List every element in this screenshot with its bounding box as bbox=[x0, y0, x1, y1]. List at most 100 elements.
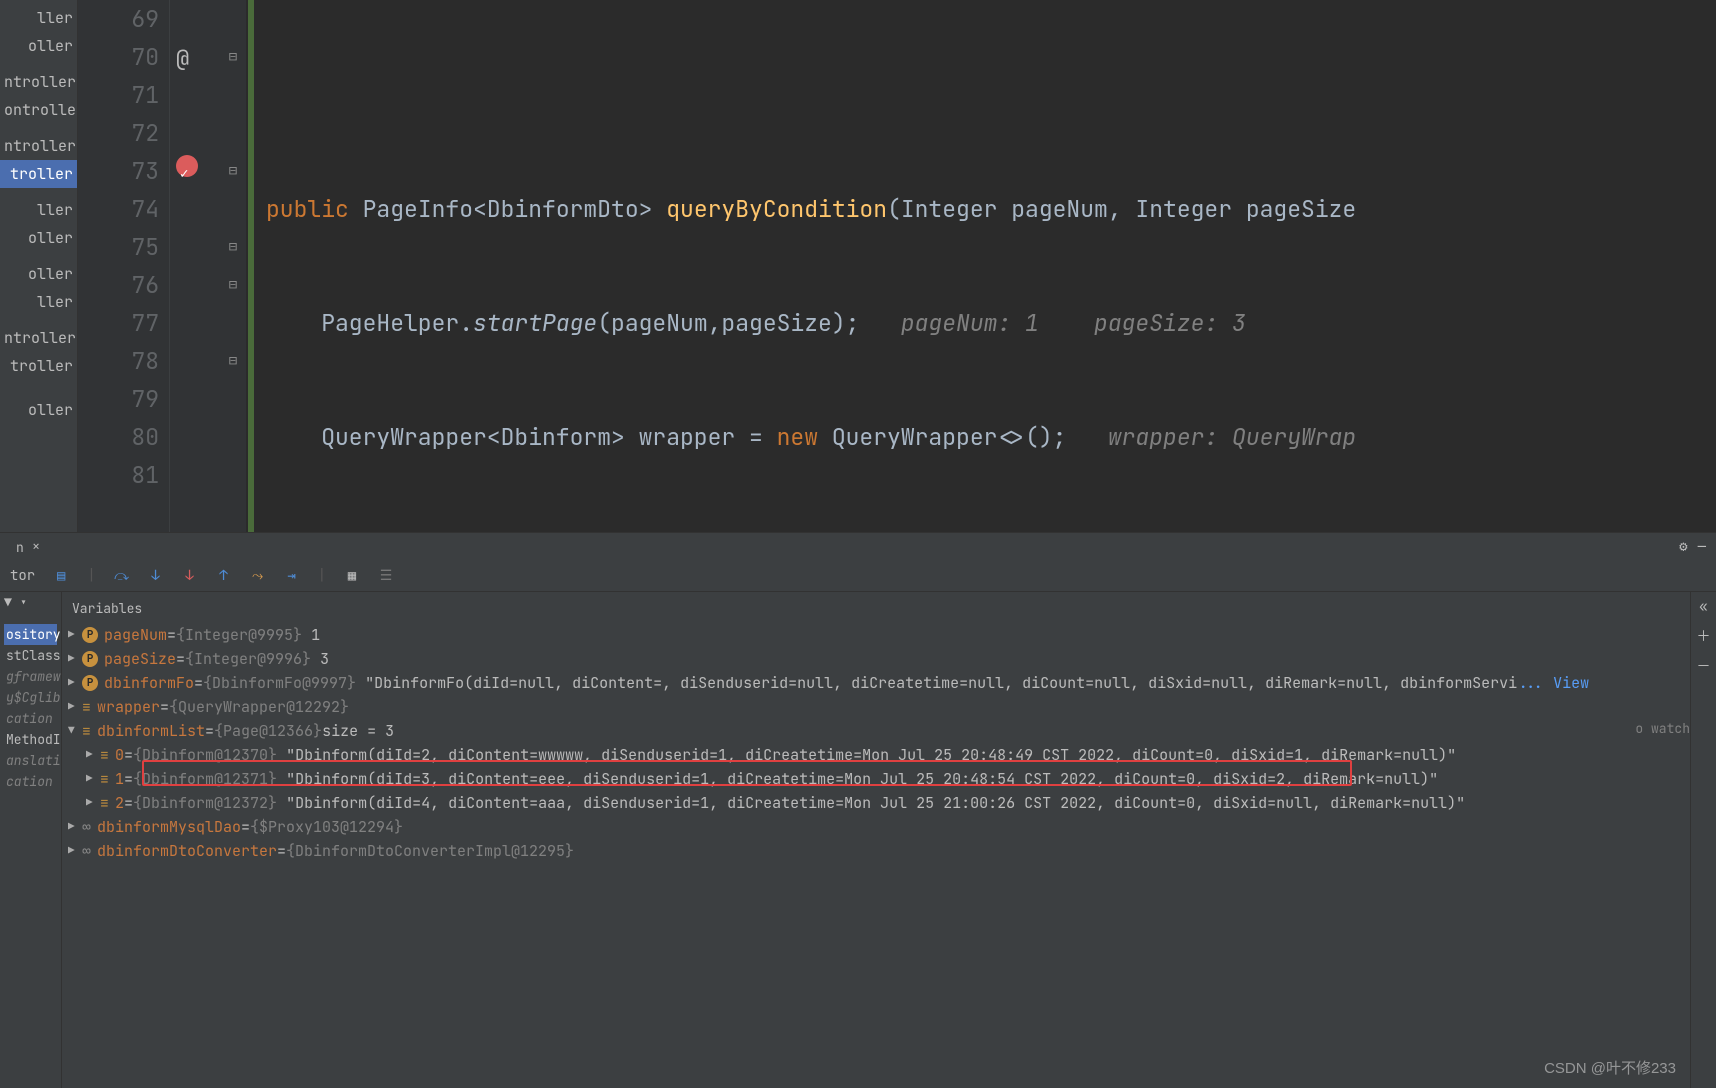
var-row[interactable]: ▶ ≡ wrapper = {QueryWrapper@12292} bbox=[68, 695, 1684, 719]
fold-icon[interactable]: ⊟ bbox=[220, 38, 246, 76]
step-out-icon[interactable]: ↑ bbox=[216, 567, 232, 585]
gear-icon[interactable]: ⚙ bbox=[1679, 538, 1687, 556]
debugger-tab[interactable]: tor bbox=[10, 567, 35, 585]
var-row[interactable]: ▶ ≡ 0 = {Dbinform@12370} "Dbinform(diId=… bbox=[68, 743, 1684, 767]
stack-frame[interactable]: MethodIn bbox=[4, 729, 57, 750]
line-number: 81 bbox=[102, 456, 159, 494]
fold-icon[interactable]: ⊟ bbox=[220, 152, 246, 190]
chevron-right-icon[interactable]: ▶ bbox=[86, 796, 100, 810]
line-number-gutter: 69 70 71 72 73 74 75 76 77 78 79 80 81 bbox=[78, 0, 170, 532]
layout-icon[interactable]: ▤ bbox=[53, 567, 69, 585]
stack-frame[interactable]: stClassBy bbox=[4, 645, 57, 666]
debug-toolbar[interactable]: tor ▤ | ⤼ ↓ ↓ ↑ ⤳ ⇥ | ▦ ☰ bbox=[0, 561, 1716, 592]
chevron-right-icon[interactable]: ▶ bbox=[68, 652, 82, 666]
chevron-down-icon[interactable]: ▼ bbox=[68, 724, 82, 738]
debug-tabs[interactable]: n × ⚙ — bbox=[0, 533, 1716, 561]
variables-header: Variables bbox=[68, 598, 1684, 619]
stack-frame[interactable]: gframew bbox=[4, 666, 57, 687]
tree-item[interactable]: oller bbox=[0, 224, 77, 252]
var-row[interactable]: ▶ ∞ dbinformMysqlDao = {$Proxy103@12294} bbox=[68, 815, 1684, 839]
chevron-right-icon[interactable]: ▶ bbox=[68, 844, 82, 858]
stack-frame-selected[interactable]: ository ( bbox=[4, 624, 57, 645]
tree-item[interactable]: ntroller bbox=[0, 132, 77, 160]
step-over-icon[interactable]: ⤼ bbox=[114, 567, 130, 585]
proxy-badge-icon: ∞ bbox=[82, 817, 91, 837]
force-step-into-icon[interactable]: ↓ bbox=[182, 567, 198, 585]
var-value: size = 3 bbox=[322, 721, 394, 741]
var-type: {Integer@9995} bbox=[176, 625, 302, 645]
chevron-right-icon[interactable]: ▶ bbox=[68, 700, 82, 714]
frames-panel[interactable]: ▼ ▾ ository ( stClassBy gframew y$CglibM… bbox=[0, 592, 62, 1088]
var-name: wrapper bbox=[97, 697, 160, 717]
var-name: 2 bbox=[115, 793, 124, 813]
line-number: 75 bbox=[102, 228, 159, 266]
debug-panel[interactable]: n × ⚙ — tor ▤ | ⤼ ↓ ↓ ↑ ⤳ ⇥ | ▦ ☰ ▼ ▾ os… bbox=[0, 532, 1716, 1088]
chevron-right-icon[interactable]: ▶ bbox=[68, 628, 82, 642]
var-row[interactable]: ▶ ≡ 2 = {Dbinform@12372} "Dbinform(diId=… bbox=[68, 791, 1684, 815]
tree-item[interactable]: oller bbox=[0, 32, 77, 60]
close-icon[interactable]: × bbox=[32, 538, 44, 556]
tree-item[interactable]: ontroller bbox=[0, 96, 77, 124]
fold-icon[interactable]: ⊟ bbox=[220, 266, 246, 304]
stack-frame[interactable]: anslation bbox=[4, 750, 57, 771]
structure-tree[interactable]: ller oller ntroller ontroller ntroller t… bbox=[0, 0, 78, 532]
filter-icon[interactable]: ▼ ▾ bbox=[4, 594, 27, 611]
tree-item bbox=[0, 188, 77, 196]
gutter-annotations[interactable]: @ bbox=[170, 0, 220, 532]
view-link[interactable]: ... View bbox=[1517, 673, 1589, 693]
chevron-right-icon[interactable]: ▶ bbox=[68, 820, 82, 834]
variables-panel[interactable]: Variables ▶ P pageNum = {Integer@9995} 1… bbox=[62, 592, 1690, 1088]
fold-gutter[interactable]: ⊟ ⊟ ⊟ ⊟ ⊟ bbox=[220, 0, 246, 532]
tree-item[interactable]: ller bbox=[0, 196, 77, 224]
watermark: CSDN @叶不修233 bbox=[1544, 1057, 1676, 1078]
remove-icon[interactable]: － bbox=[1697, 656, 1711, 676]
tree-item[interactable]: ntroller bbox=[0, 68, 77, 96]
tree-item[interactable]: ntroller bbox=[0, 324, 77, 352]
var-row[interactable]: ▶ P pageNum = {Integer@9995} 1 bbox=[68, 623, 1684, 647]
chevrons-icon[interactable]: « bbox=[1699, 598, 1707, 616]
inline-hint: wrapper: QueryWrap bbox=[1066, 422, 1356, 452]
var-row[interactable]: ▶ P pageSize = {Integer@9996} 3 bbox=[68, 647, 1684, 671]
tree-item bbox=[0, 388, 77, 396]
override-icon[interactable]: @ bbox=[176, 40, 189, 78]
more-icon[interactable]: ☰ bbox=[378, 567, 394, 585]
chevron-right-icon[interactable]: ▶ bbox=[68, 676, 82, 690]
tree-item[interactable]: troller bbox=[0, 352, 77, 380]
fold-icon[interactable]: ⊟ bbox=[220, 228, 246, 266]
code-text: queryByCondition bbox=[666, 194, 887, 224]
var-type: {Dbinform@12371} bbox=[133, 769, 277, 789]
step-into-icon[interactable]: ↓ bbox=[148, 567, 164, 585]
code-text: (pageNum,pageSize); bbox=[597, 308, 859, 338]
proxy-badge-icon: ∞ bbox=[82, 841, 91, 861]
tree-item[interactable]: oller bbox=[0, 396, 77, 424]
var-row[interactable]: ▶ ∞ dbinformDtoConverter = {DbinformDtoC… bbox=[68, 839, 1684, 863]
line-number: 80 bbox=[102, 418, 159, 456]
tree-item[interactable]: ller bbox=[0, 4, 77, 32]
evaluate-icon[interactable]: ▦ bbox=[344, 567, 360, 585]
breakpoint-icon[interactable] bbox=[176, 155, 198, 177]
stack-frame[interactable]: cation (o bbox=[4, 771, 57, 792]
fold-icon[interactable]: ⊟ bbox=[220, 342, 246, 380]
minimize-icon[interactable]: — bbox=[1698, 538, 1706, 556]
tree-item bbox=[0, 316, 77, 324]
chevron-right-icon[interactable]: ▶ bbox=[86, 772, 100, 786]
var-type: {Integer@9996} bbox=[185, 649, 311, 669]
tree-item[interactable]: ller bbox=[0, 288, 77, 316]
stack-frame[interactable]: y$CglibM bbox=[4, 687, 57, 708]
var-row[interactable]: ▼ ≡ dbinformList = {Page@12366} size = 3 bbox=[68, 719, 1684, 743]
var-row[interactable]: ▶ ≡ 1 = {Dbinform@12371} "Dbinform(diId=… bbox=[68, 767, 1684, 791]
vars-toolbar[interactable]: « ＋ － bbox=[1690, 592, 1716, 1088]
tree-item-selected[interactable]: troller bbox=[0, 160, 77, 188]
code-area[interactable]: public PageInfo<DbinformDto> queryByCond… bbox=[246, 0, 1716, 532]
param-badge-icon: P bbox=[82, 627, 98, 643]
debug-tab[interactable]: n bbox=[8, 539, 32, 556]
run-to-cursor-icon[interactable]: ⤳ bbox=[250, 567, 266, 585]
var-row[interactable]: ▶ P dbinformFo = {DbinformFo@9997} "Dbin… bbox=[68, 671, 1684, 695]
stack-frame[interactable]: cation (o bbox=[4, 708, 57, 729]
add-icon[interactable]: ＋ bbox=[1697, 626, 1711, 646]
var-type: {Page@12366} bbox=[214, 721, 322, 741]
drop-frame-icon[interactable]: ⇥ bbox=[284, 567, 300, 585]
tree-item[interactable]: oller bbox=[0, 260, 77, 288]
chevron-right-icon[interactable]: ▶ bbox=[86, 748, 100, 762]
code-editor[interactable]: 69 70 71 72 73 74 75 76 77 78 79 80 81 @… bbox=[78, 0, 1716, 532]
